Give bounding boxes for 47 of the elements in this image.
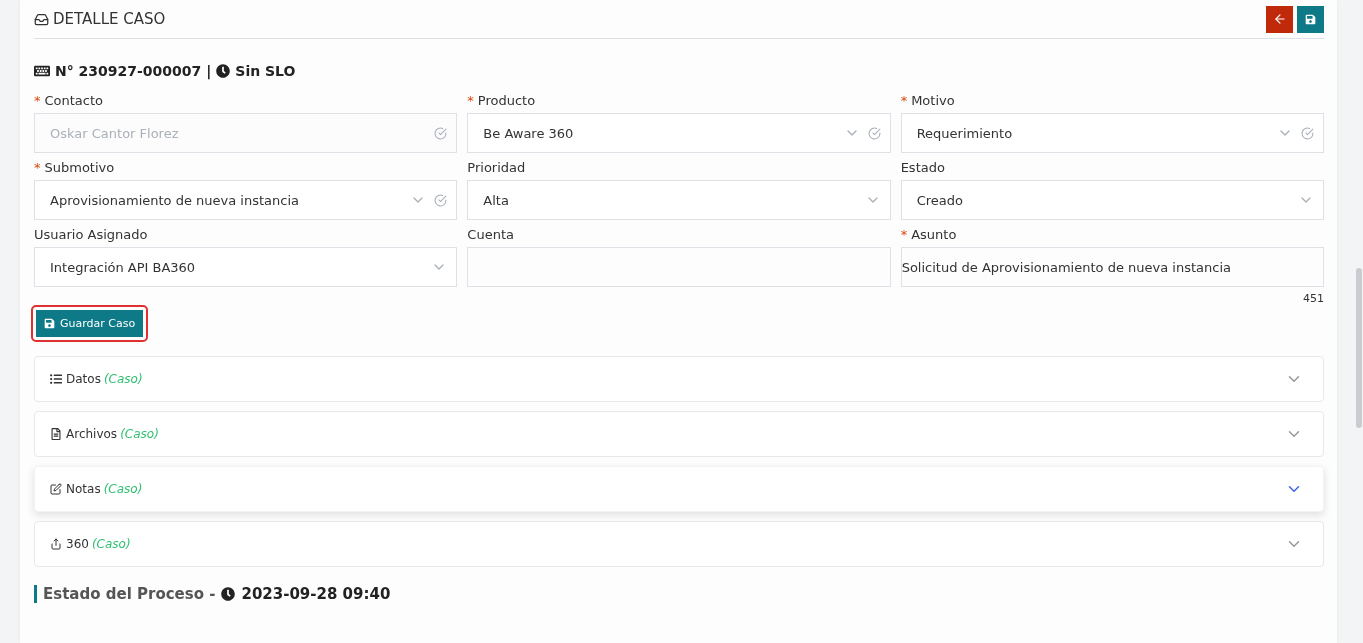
panel-title: DETALLE CASO: [53, 10, 166, 28]
process-heading: Estado del Proceso - 2023-09-28 09:40: [34, 585, 1324, 603]
field-label: Producto: [477, 93, 536, 108]
share-icon: [50, 538, 62, 550]
accordion-header[interactable]: Archivos (Caso): [34, 411, 1324, 457]
section-title: Notas (Caso): [66, 482, 143, 496]
select-field[interactable]: Integración API BA360: [34, 247, 458, 287]
field-label: Estado: [900, 160, 945, 175]
clock-icon: [216, 64, 231, 78]
required-marker: *: [467, 93, 474, 108]
document-icon: [50, 428, 62, 440]
accordion-header[interactable]: Datos (Caso): [34, 356, 1324, 402]
text-field[interactable]: [467, 247, 891, 287]
list-icon: [50, 373, 62, 385]
field-label: Asunto: [911, 227, 957, 242]
select-field[interactable]: Aprovisionamiento de nueva instancia: [34, 180, 458, 220]
field-label: Cuenta: [467, 227, 514, 242]
edit-icon: [50, 483, 62, 495]
field-label: Usuario Asignado: [34, 227, 148, 242]
section-title: Datos (Caso): [66, 372, 143, 386]
field-label: Submotivo: [44, 160, 115, 175]
required-marker: *: [900, 93, 908, 108]
text-field[interactable]: Solicitud de Aprovisionamiento de nueva instancia: [900, 247, 1324, 287]
save-icon-button[interactable]: [1297, 5, 1324, 33]
required-marker: *: [900, 227, 908, 242]
required-marker: *: [34, 160, 41, 175]
character-counter: 451: [1303, 292, 1324, 305]
section-title: Archivos (Caso): [66, 427, 159, 441]
clock-icon: [221, 587, 236, 601]
back-button[interactable]: [1266, 5, 1293, 33]
section-title: 360 (Caso): [66, 537, 131, 551]
accordion-header[interactable]: 360 (Caso): [34, 521, 1324, 567]
select-field[interactable]: Creado: [900, 180, 1324, 220]
select-field[interactable]: Alta: [467, 180, 891, 220]
select-field[interactable]: Be Aware 360: [467, 113, 891, 153]
case-number: N° 230927-000007 |: [55, 63, 212, 79]
select-field[interactable]: Requerimiento: [900, 113, 1324, 153]
field-label: Prioridad: [467, 160, 526, 175]
field-label: Contacto: [44, 93, 104, 108]
field-label: Motivo: [911, 93, 955, 108]
slo-status: Sin SLO: [235, 63, 296, 79]
required-marker: *: [34, 93, 41, 108]
save-case-button[interactable]: Guardar Caso: [36, 310, 144, 337]
inbox-icon: [34, 11, 49, 27]
accordion-header[interactable]: Notas (Caso): [34, 466, 1324, 512]
scrollbar-thumb[interactable]: [1356, 268, 1362, 428]
keyboard-icon: [34, 63, 50, 79]
